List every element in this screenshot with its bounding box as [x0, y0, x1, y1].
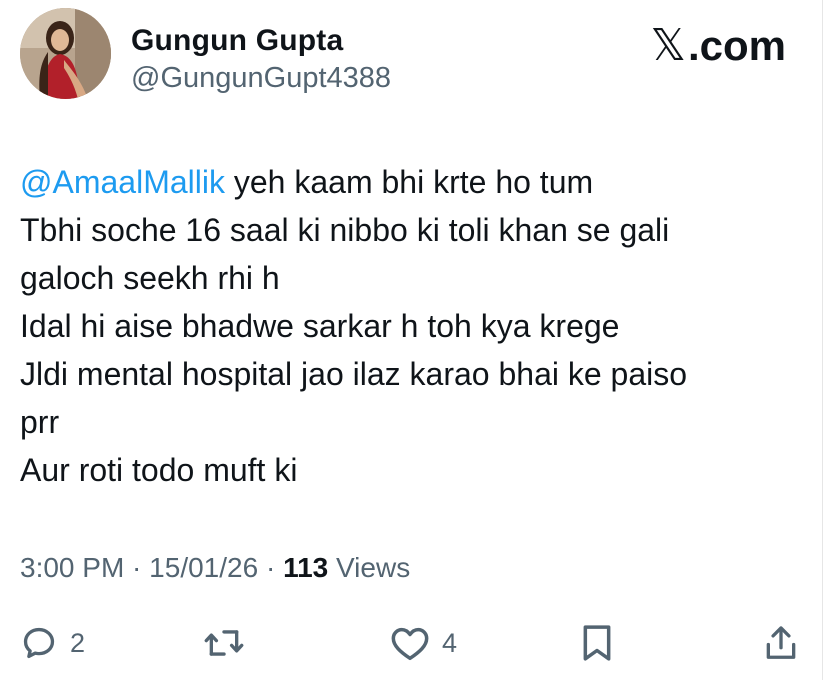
tweet-meta: 3:00 PM · 15/01/26 · 113 Views	[20, 552, 410, 584]
x-brand-logo: 𝕏 .com	[651, 20, 786, 71]
bookmark-icon	[583, 625, 611, 661]
tweet-line: Tbhi soche 16 saal ki nibbo ki toli khan…	[20, 212, 670, 248]
tweet-time[interactable]: 3:00 PM	[20, 552, 124, 583]
author-handle[interactable]: @GungunGupt4388	[131, 62, 391, 95]
tweet-line: galoch seekh rhi h	[20, 260, 280, 296]
retweet-button[interactable]	[203, 615, 245, 671]
x-logo-icon: 𝕏	[650, 20, 686, 71]
avatar-photo	[20, 8, 111, 99]
meta-separator: ·	[124, 552, 150, 583]
like-icon	[391, 627, 429, 661]
author-display-name[interactable]: Gungun Gupta	[131, 24, 343, 58]
tweet-line: Aur roti todo muft ki	[20, 452, 298, 488]
tweet-line: @AmaalMallik yeh kaam bhi krte ho tum	[20, 158, 810, 206]
like-button[interactable]: 4	[390, 615, 457, 671]
reply-button[interactable]: 2	[20, 615, 85, 671]
tweet-actions-bar: 2 4	[0, 615, 822, 671]
share-icon	[766, 626, 796, 659]
tweet-line: Jldi mental hospital jao ilaz karao bhai…	[20, 356, 688, 392]
views-count: 113	[283, 552, 329, 583]
tweet-card: Gungun Gupta @GungunGupt4388 𝕏 .com @Ama…	[0, 0, 823, 680]
meta-separator: ·	[258, 552, 284, 583]
mention-link[interactable]: @AmaalMallik	[20, 164, 225, 200]
tweet-text: @AmaalMallik yeh kaam bhi krte ho tum Tb…	[20, 158, 810, 494]
reply-icon	[23, 627, 55, 659]
share-button[interactable]	[762, 615, 800, 671]
like-count: 4	[442, 627, 458, 658]
tweet-date[interactable]: 15/01/26	[149, 552, 258, 583]
tweet-line-text: yeh kaam bhi krte ho tum	[224, 164, 594, 200]
retweet-icon	[204, 630, 244, 656]
tweet-line: Idal hi aise bhadwe sarkar h toh kya kre…	[20, 308, 620, 344]
bookmark-button[interactable]	[580, 615, 614, 671]
views-label: Views	[328, 552, 411, 583]
avatar[interactable]	[20, 8, 111, 99]
reply-count: 2	[70, 627, 86, 658]
brand-domain: .com	[687, 21, 786, 69]
tweet-line: prr	[20, 404, 60, 440]
